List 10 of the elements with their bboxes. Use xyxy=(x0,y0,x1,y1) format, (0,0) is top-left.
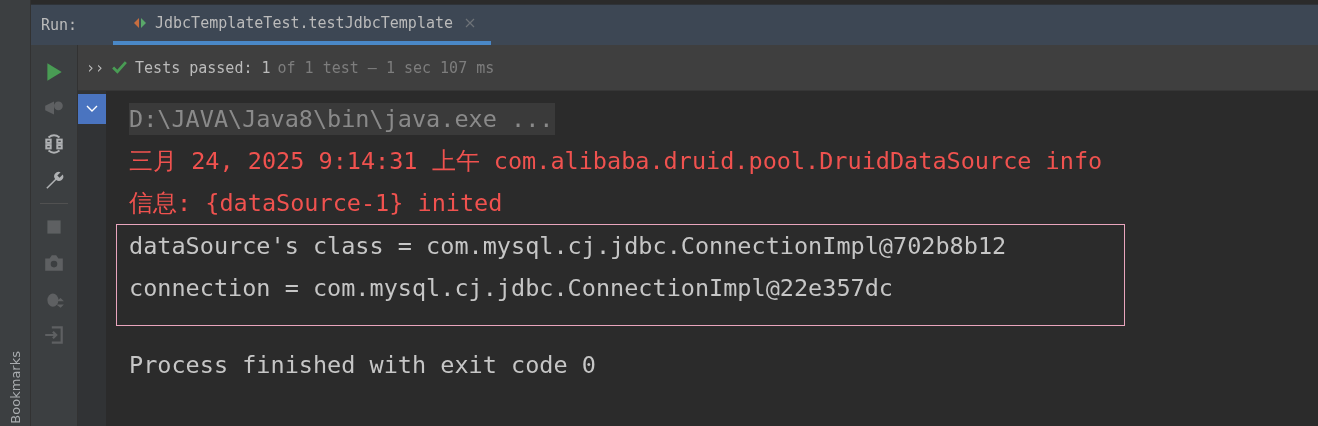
console-line: connection = com.mysql.cj.jdbc.ConnectionImpl@22e357dc xyxy=(129,273,893,304)
console-line: 信息: {dataSource-1} inited xyxy=(129,188,503,219)
console-line: Process finished with exit code 0 xyxy=(129,350,596,381)
bookmarks-tab[interactable]: Bookmarks xyxy=(7,349,23,426)
expand-chevron[interactable]: ›› xyxy=(86,58,105,77)
test-summary-text: of 1 test – 1 sec 107 ms xyxy=(277,58,495,77)
tests-passed-text: Tests passed: 1 xyxy=(135,58,271,77)
console-line: 三月 24, 2025 9:14:31 上午 com.alibaba.druid.pool.DruidDataSource info xyxy=(129,146,1103,177)
run-label: Run: xyxy=(40,15,79,36)
console-line: dataSource's class = com.mysql.cj.jdbc.ConnectionImpl@702b8b12 xyxy=(129,231,1007,262)
